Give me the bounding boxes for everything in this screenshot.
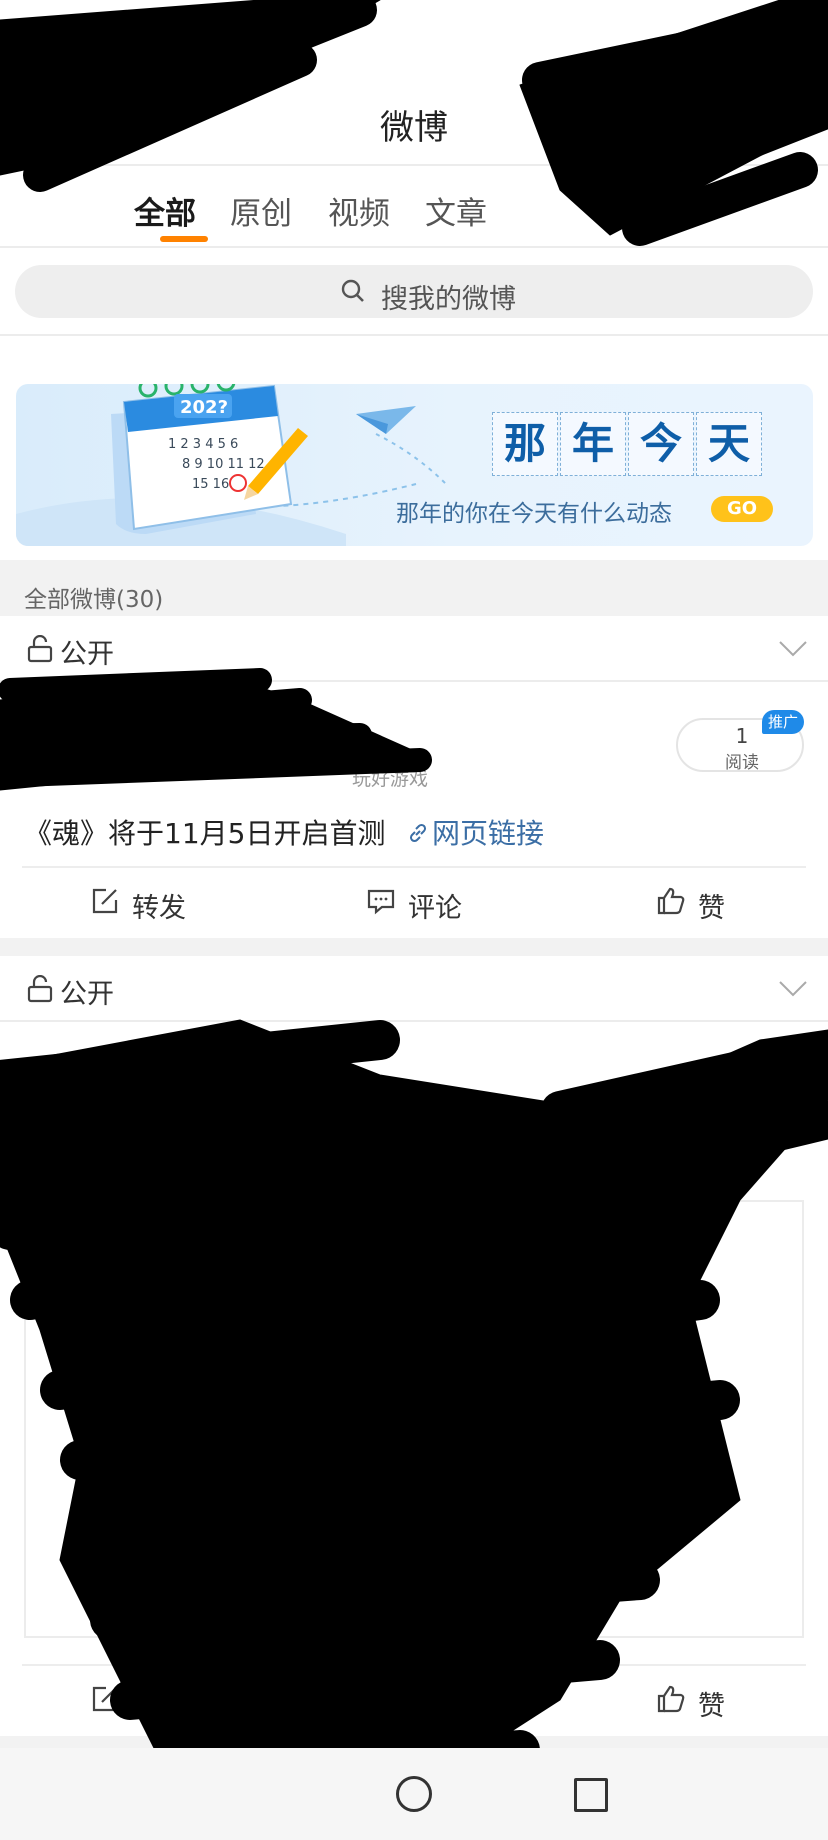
web-link-label: 网页链接 xyxy=(432,817,545,850)
comment-label: 评论 xyxy=(408,893,462,924)
visibility-label: 公开 xyxy=(60,979,114,1010)
post-text: 《魂》将于11月5日开启首测 xyxy=(24,817,386,850)
banner-go-button[interactable]: GO xyxy=(711,496,773,522)
banner-subtitle: 那年的你在今天有什么动态 xyxy=(396,501,672,527)
repost-icon xyxy=(92,1686,118,1712)
read-label: 阅读 xyxy=(725,753,759,773)
banner-char: 今 xyxy=(628,412,694,476)
tab-article[interactable]: 文章 xyxy=(425,188,487,233)
repost-icon xyxy=(92,888,118,914)
promote-badge[interactable]: 推广 xyxy=(762,710,804,734)
post-actions: 转发 评论 赞 xyxy=(0,868,828,938)
comment-button[interactable]: 评论 xyxy=(367,1684,462,1723)
repost-label: 转发 xyxy=(132,893,186,924)
repost-label: 转 xyxy=(132,1691,159,1722)
filter-tabs: 全部 原创 视频 文章 xyxy=(0,166,828,248)
visibility-label: 公开 xyxy=(60,639,114,670)
image-caption: 留我吧~ xyxy=(555,1564,655,1594)
post-subline: 玩好游戏 xyxy=(352,768,429,790)
search-placeholder: 搜我的微博 xyxy=(381,284,516,315)
svg-text:1 2 3 4 5 6: 1 2 3 4 5 6 xyxy=(168,437,238,452)
like-label: 赞 xyxy=(698,1691,725,1722)
svg-text:15 16: 15 16 xyxy=(192,477,229,492)
repost-button[interactable]: 转 xyxy=(92,1684,159,1723)
post-actions: 转 评论 赞 xyxy=(0,1666,828,1736)
home-button-icon[interactable] xyxy=(396,1776,432,1812)
comment-icon xyxy=(367,1687,395,1713)
search-input[interactable]: 搜我的微博 xyxy=(15,265,813,318)
like-icon xyxy=(657,887,685,915)
memories-banner[interactable]: 202? 1 2 3 4 5 6 8 9 10 11 12 15 16 那 年 … xyxy=(16,384,813,546)
comment-button[interactable]: 评论 xyxy=(367,886,462,925)
active-tab-indicator xyxy=(160,236,208,242)
like-button[interactable]: 赞 xyxy=(657,886,725,925)
post-visibility-bar[interactable]: 公开 xyxy=(0,956,828,1022)
tab-video[interactable]: 视频 xyxy=(328,188,390,233)
like-button[interactable]: 赞 xyxy=(657,1684,725,1723)
comment-label: 评论 xyxy=(408,1691,462,1722)
like-label: 赞 xyxy=(698,893,725,924)
chevron-down-icon[interactable] xyxy=(778,640,808,658)
like-icon xyxy=(657,1685,685,1713)
comment-icon xyxy=(367,889,395,915)
top-navigation-bar: 微博 xyxy=(0,0,828,166)
repost-button[interactable]: 转发 xyxy=(92,886,186,925)
post-image-card[interactable] xyxy=(24,1200,804,1638)
search-icon xyxy=(341,279,364,302)
web-link[interactable]: 网页链接 xyxy=(406,812,544,852)
banner-char: 天 xyxy=(696,412,762,476)
recent-apps-icon[interactable] xyxy=(574,1778,608,1812)
calendar-year-badge: 202? xyxy=(180,397,228,418)
lock-icon xyxy=(27,975,53,1003)
banner-char: 那 xyxy=(492,412,558,476)
banner-headline: 那 年 今 天 xyxy=(492,412,764,476)
link-icon xyxy=(409,823,427,843)
system-navigation-bar xyxy=(0,1748,828,1840)
tab-all[interactable]: 全部 xyxy=(134,188,196,233)
divider xyxy=(0,334,828,336)
post-visibility-bar[interactable]: 公开 xyxy=(0,616,828,682)
post-separator xyxy=(0,938,828,956)
tab-original[interactable]: 原创 xyxy=(230,188,292,233)
lock-icon xyxy=(27,635,53,663)
page-title: 微博 xyxy=(380,108,448,148)
all-posts-count-label: 全部微博(30) xyxy=(24,587,164,613)
post-separator xyxy=(0,1736,828,1748)
banner-char: 年 xyxy=(560,412,626,476)
svg-text:8 9 10 11 12: 8 9 10 11 12 xyxy=(182,457,265,472)
weibo-my-posts-screen: 微博 全部 原创 视频 文章 搜我的微博 202? 1 2 3 4 5 6 8 … xyxy=(0,0,828,1840)
chevron-down-icon[interactable] xyxy=(778,980,808,998)
